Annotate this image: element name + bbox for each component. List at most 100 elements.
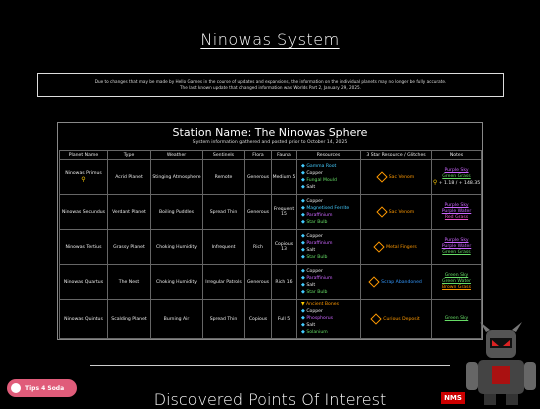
- table-row: Ninowas Quartus The Nest Choking Humidit…: [59, 264, 482, 300]
- planet-flora: Generous: [244, 159, 272, 195]
- glitch-icon: [376, 206, 388, 218]
- resource-icon: ◆: [301, 315, 305, 321]
- planet-fauna: Full 5: [271, 299, 297, 339]
- update-notice: Due to changes that may be made by Hello…: [37, 73, 504, 97]
- resource-icon: ◆: [301, 282, 305, 288]
- location-pin-icon: ⚲: [81, 176, 86, 183]
- planet-fauna: Medium 5: [271, 159, 297, 195]
- glitch-icon: [376, 171, 388, 183]
- col-flora: Flora: [244, 150, 272, 160]
- resource-icon: ◆: [301, 240, 305, 246]
- planet-notes: Green Sky Green Water Brown Grass: [431, 264, 482, 300]
- planet-type: Grassy Planet: [107, 229, 151, 265]
- col-weather: Weather: [150, 150, 203, 160]
- planet-flora: Generous: [244, 194, 272, 230]
- planet-flora: Generous: [244, 264, 272, 300]
- glitch-icon: [368, 276, 380, 288]
- planet-weather: Boiling Puddles: [150, 194, 203, 230]
- resource-icon: ◆: [301, 268, 305, 274]
- table-row: Ninowas Primus ⚲ Acrid Planet Stinging At…: [59, 159, 482, 195]
- planet-resources: ▼ Ancient Bones ◆ Copper ◆ Phosphorus ◆ …: [296, 299, 361, 339]
- planet-name: Ninowas Quartus: [59, 264, 108, 300]
- planet-resources: ◆ Gamma Root ◆ Copper ◆ Fungal Mould ◆ S…: [296, 159, 361, 195]
- page-title: Ninowas System: [200, 30, 340, 49]
- resource-icon: ◆: [301, 275, 305, 281]
- planet-notes: Purple Sky Green Grass ⚲ + 1.18 / + 148.…: [431, 159, 482, 195]
- planet-fauna: Copious 13: [271, 229, 297, 265]
- planet-resources: ◆ Copper ◆ Paraffinium ◆ Salt ◆ Star Bul…: [296, 264, 361, 300]
- resource-icon: ◆: [301, 289, 305, 295]
- planet-resources: ◆ Copper ◆ Magnetised Ferrite ◆ Paraffin…: [296, 194, 361, 230]
- resource-icon: ◆: [301, 198, 305, 204]
- planet-fauna: Frequent 15: [271, 194, 297, 230]
- planet-flora: Copious: [244, 299, 272, 339]
- resource-icon: ◆: [301, 205, 305, 211]
- tips-label: Tips 4 Soda: [25, 384, 65, 392]
- planet-weather: Stinging Atmosphere: [150, 159, 203, 195]
- planet-sentinels: Remote: [202, 159, 245, 195]
- planet-name: Ninowas Primus ⚲: [59, 159, 108, 195]
- col-resources: Resources: [296, 150, 361, 160]
- planet-glitch: Sac Venom: [360, 194, 432, 230]
- coffee-cup-icon: [11, 383, 21, 393]
- col-planet-name: Planet Name: [59, 150, 108, 160]
- planet-type: Scalding Planet: [107, 299, 151, 339]
- col-sentinels: Sentinels: [202, 150, 245, 160]
- planet-flora: Rich: [244, 229, 272, 265]
- resource-icon: ◆: [301, 329, 305, 335]
- tips-button[interactable]: Tips 4 Soda: [7, 379, 77, 397]
- planet-glitch: Scrap Abandoned: [360, 264, 432, 300]
- col-glitches: 3 Star Resource / Glitches: [360, 150, 432, 160]
- col-type: Type: [107, 150, 151, 160]
- planet-table: Planet Name Type Weather Sentinels Flora…: [59, 150, 482, 339]
- planet-name: Ninowas Secundus: [59, 194, 108, 230]
- planet-glitch: Sac Venom: [360, 159, 432, 195]
- table-row: Ninowas Quintus Scalding Planet Burning …: [59, 299, 482, 339]
- planet-type: The Nest: [107, 264, 151, 300]
- col-fauna: Fauna: [271, 150, 297, 160]
- resource-icon: ◆: [301, 212, 305, 218]
- resource-icon: ◆: [301, 184, 305, 190]
- planet-weather: Choking Humidity: [150, 229, 203, 265]
- glitch-icon: [373, 241, 385, 253]
- table-row: Ninowas Secundus Verdant Planet Boiling …: [59, 194, 482, 230]
- planet-notes: Purple Sky Purple Water Green Grass: [431, 229, 482, 265]
- robot-mascot-image: [466, 322, 536, 405]
- planet-type: Verdant Planet: [107, 194, 151, 230]
- bones-icon: ▼: [301, 302, 305, 307]
- notice-line-2: The last known update that changed infor…: [180, 85, 361, 90]
- resource-icon: ◆: [301, 322, 305, 328]
- planet-fauna: Rich 16: [271, 264, 297, 300]
- station-panel: Station Name: The Ninowas Sphere System …: [57, 122, 483, 340]
- planet-sentinels: Infrequent: [202, 229, 245, 265]
- resource-icon: ◆: [301, 254, 305, 260]
- planet-sentinels: Spread Thin: [202, 194, 245, 230]
- planet-notes: Purple Sky Purple Water Red Grass: [431, 194, 482, 230]
- section-divider: [90, 365, 450, 366]
- resource-icon: ◆: [301, 233, 305, 239]
- station-subtitle: System information gathered and posted p…: [192, 140, 348, 145]
- planet-weather: Burning Air: [150, 299, 203, 339]
- table-row: Ninowas Tertius Grassy Planet Choking Hu…: [59, 229, 482, 265]
- planet-sentinels: Irregular Patrols: [202, 264, 245, 300]
- planet-sentinels: Spread Thin: [202, 299, 245, 339]
- resource-icon: ◆: [301, 247, 305, 253]
- planet-name: Ninowas Tertius: [59, 229, 108, 265]
- planet-glitch: Curious Deposit: [360, 299, 432, 339]
- planet-type: Acrid Planet: [107, 159, 151, 195]
- planet-glitch: Metal Fingers: [360, 229, 432, 265]
- coordinates: ⚲ + 1.18 / + 148.35: [432, 178, 481, 186]
- resource-icon: ◆: [301, 308, 305, 314]
- resource-icon: ◆: [301, 177, 305, 183]
- resource-icon: ◆: [301, 170, 305, 176]
- glitch-icon: [370, 313, 382, 325]
- table-header-row: Planet Name Type Weather Sentinels Flora…: [59, 150, 482, 160]
- location-pin-icon: ⚲: [432, 178, 438, 186]
- planet-weather: Choking Humidity: [150, 264, 203, 300]
- planet-resources: ◆ Copper ◆ Paraffinium ◆ Salt ◆ Star Bul…: [296, 229, 361, 265]
- col-notes: Notes: [431, 150, 482, 160]
- station-name: Station Name: The Ninowas Sphere: [172, 126, 368, 139]
- resource-icon: ◆: [301, 219, 305, 225]
- planet-name: Ninowas Quintus: [59, 299, 108, 339]
- resource-icon: ◆: [301, 163, 305, 169]
